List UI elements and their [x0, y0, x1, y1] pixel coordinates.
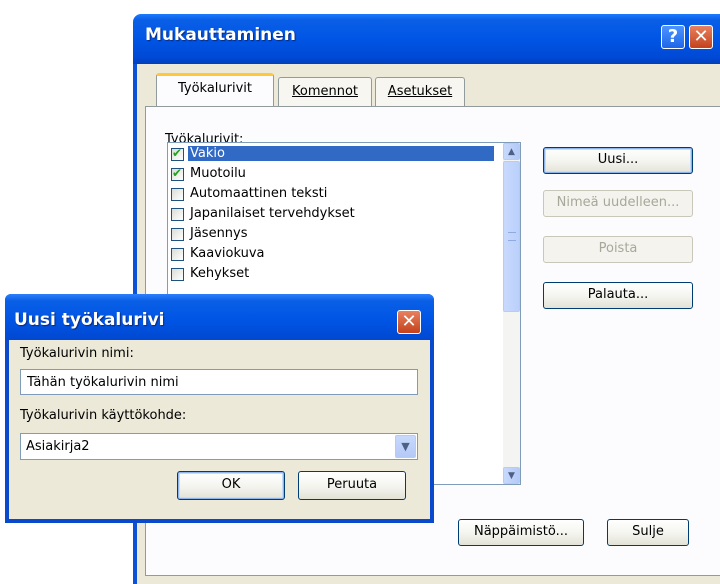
new-toolbar-content: Työkalurivin nimi: Työkalurivin käyttöko…: [9, 340, 430, 519]
toolbar-name-input[interactable]: [20, 369, 418, 395]
scroll-down-arrow-icon[interactable]: ▼: [503, 467, 520, 484]
rename-button-label: Nimeä uudelleen...: [556, 195, 680, 210]
checkbox[interactable]: [171, 166, 184, 181]
close-icon: ✕: [401, 311, 417, 332]
cancel-button[interactable]: Peruuta: [298, 471, 406, 500]
new-toolbar-title-bar[interactable]: Uusi työkalurivi ✕: [5, 294, 434, 340]
delete-button-label: Poista: [598, 241, 638, 256]
new-toolbar-button[interactable]: Uusi...: [543, 147, 693, 174]
tab-toolbars[interactable]: Työkalurivit: [156, 73, 274, 106]
help-icon: ?: [667, 26, 679, 47]
tab-toolbars-label: Työkalurivit: [177, 81, 253, 96]
close-icon: ✕: [693, 26, 709, 47]
tab-commands[interactable]: Komennot: [278, 77, 372, 107]
tab-strip: Työkalurivit Komennot Asetukset: [145, 73, 720, 108]
new-toolbar-button-label: Uusi...: [597, 152, 639, 167]
list-item-label: Muotoilu: [190, 166, 246, 181]
ok-button[interactable]: OK: [177, 471, 285, 500]
list-item[interactable]: Automaattinen teksti: [170, 185, 496, 205]
tab-options[interactable]: Asetukset: [375, 77, 465, 107]
keyboard-button-label: Näppäimistö...: [473, 524, 569, 539]
list-item[interactable]: Vakio: [170, 145, 496, 165]
checkbox[interactable]: [171, 208, 184, 221]
toolbar-name-label: Työkalurivin nimi:: [20, 346, 134, 361]
customize-title-bar[interactable]: Mukauttaminen ? ✕: [133, 14, 720, 64]
toolbar-target-select[interactable]: Asiakirja2 ▼: [20, 433, 418, 460]
close-button-label: Sulje: [632, 524, 664, 539]
delete-button[interactable]: Poista: [543, 236, 693, 263]
list-item-label: Japanilaiset tervehdykset: [190, 206, 355, 221]
reset-button[interactable]: Palauta...: [543, 282, 693, 309]
new-toolbar-title: Uusi työkalurivi: [14, 310, 165, 330]
ok-button-label: OK: [221, 477, 241, 492]
list-item[interactable]: Jäsennys: [170, 225, 496, 245]
dropdown-arrow-icon[interactable]: ▼: [395, 435, 416, 458]
checkbox[interactable]: [171, 268, 184, 281]
help-button[interactable]: ?: [661, 25, 685, 49]
rename-button[interactable]: Nimeä uudelleen...: [543, 190, 693, 217]
reset-button-label: Palauta...: [587, 287, 649, 302]
list-item-label: Jäsennys: [190, 226, 248, 241]
list-item-label: Kaaviokuva: [190, 246, 265, 261]
checkbox[interactable]: [171, 248, 184, 261]
customize-close-button[interactable]: ✕: [689, 25, 713, 49]
list-item[interactable]: Kehykset: [170, 265, 496, 285]
checkbox[interactable]: [171, 146, 184, 161]
grip-icon: [508, 232, 516, 241]
list-item-label: Kehykset: [190, 266, 250, 281]
new-toolbar-close-button[interactable]: ✕: [397, 310, 421, 334]
list-scrollbar[interactable]: ▲ ▼: [503, 143, 520, 484]
toolbar-target-value: Asiakirja2: [26, 439, 90, 454]
scroll-up-arrow-icon[interactable]: ▲: [503, 143, 520, 160]
toolbar-target-label: Työkalurivin käyttökohde:: [20, 408, 187, 423]
list-item[interactable]: Japanilaiset tervehdykset: [170, 205, 496, 225]
cancel-button-label: Peruuta: [326, 477, 378, 492]
close-button[interactable]: Sulje: [607, 519, 689, 546]
tab-options-label: Asetukset: [387, 84, 453, 99]
keyboard-button[interactable]: Näppäimistö...: [458, 519, 584, 546]
checkbox[interactable]: [171, 188, 184, 201]
tab-commands-label: Komennot: [291, 84, 359, 99]
checkbox[interactable]: [171, 228, 184, 241]
customize-title: Mukauttaminen: [145, 25, 296, 45]
list-item[interactable]: Kaaviokuva: [170, 245, 496, 265]
scroll-thumb[interactable]: [503, 161, 520, 312]
new-toolbar-dialog: Uusi työkalurivi ✕ Työkalurivin nimi: Ty…: [5, 294, 434, 523]
list-item-label: Automaattinen teksti: [190, 186, 328, 201]
list-item[interactable]: Muotoilu: [170, 165, 496, 185]
list-item-label: Vakio: [188, 146, 494, 161]
